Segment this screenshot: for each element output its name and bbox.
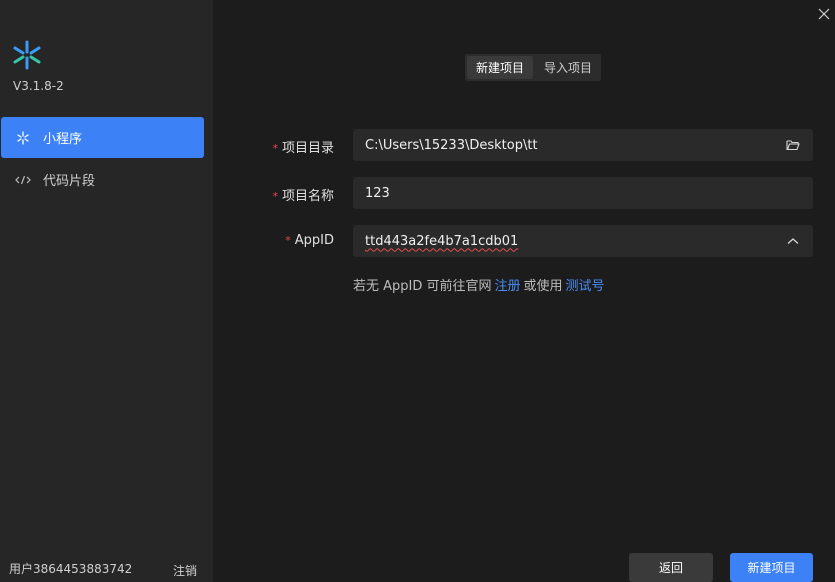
appid-label: * AppID — [285, 233, 334, 248]
appid-hint: 若无 AppID 可前往官网 注册 或使用 测试号 — [353, 279, 605, 294]
sidebar-item-code-snippets[interactable]: 代码片段 — [1, 159, 204, 200]
version-label: V3.1.8-2 — [13, 79, 64, 93]
required-mark: * — [272, 190, 278, 203]
code-icon — [14, 171, 32, 189]
user-name: 用户3864453883742 — [9, 562, 133, 576]
asterisk-icon — [14, 129, 32, 147]
project-name-input[interactable]: 123 — [353, 177, 813, 209]
back-button[interactable]: 返回 — [629, 553, 713, 582]
chevron-up-icon[interactable] — [785, 233, 801, 249]
sidebar-item-label: 小程序 — [43, 132, 83, 147]
logout-link[interactable]: 注销 — [173, 562, 197, 579]
project-name-value: 123 — [365, 185, 390, 201]
appid-select[interactable]: ttd443a2fe4b7a1cdb01 — [353, 225, 813, 257]
sidebar-item-label: 代码片段 — [43, 174, 96, 189]
sidebar: V3.1.8-2 小程序 代码片段 用户3864453883742 注销 — [0, 0, 213, 582]
test-account-link[interactable]: 测试号 — [566, 279, 605, 294]
project-dir-field[interactable]: C:\Users\15233\Desktop\tt — [353, 129, 813, 161]
create-project-button[interactable]: 新建项目 — [730, 553, 813, 582]
required-mark: * — [285, 234, 291, 247]
project-mode-tabs: 新建项目 导入项目 — [465, 54, 601, 81]
register-link[interactable]: 注册 — [495, 279, 521, 294]
project-name-label: * 项目名称 — [272, 189, 334, 204]
sidebar-item-miniprogram[interactable]: 小程序 — [1, 117, 204, 158]
project-dir-value: C:\Users\15233\Desktop\tt — [365, 137, 538, 153]
close-icon[interactable] — [817, 7, 831, 21]
appid-value: ttd443a2fe4b7a1cdb01 — [365, 233, 519, 249]
required-mark: * — [272, 142, 278, 155]
app-logo-icon — [13, 40, 41, 70]
folder-open-icon[interactable] — [785, 137, 801, 153]
project-dir-label: * 项目目录 — [272, 141, 334, 156]
tab-import-project[interactable]: 导入项目 — [535, 54, 601, 81]
tab-new-project[interactable]: 新建项目 — [467, 56, 533, 79]
